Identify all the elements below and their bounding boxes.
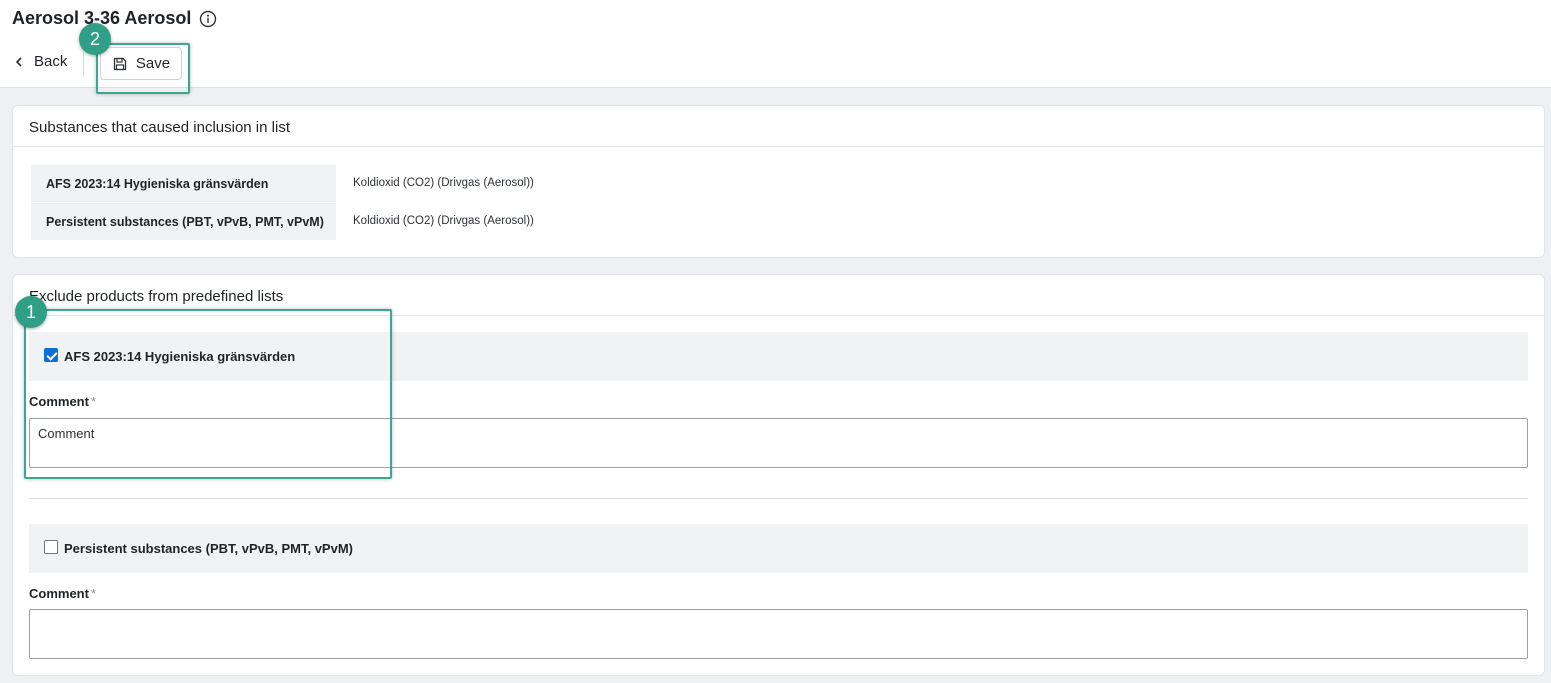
save-label: Save xyxy=(135,55,171,72)
substances-card-title: Substances that caused inclusion in list xyxy=(13,106,1544,147)
list-name-cell: Persistent substances (PBT, vPvB, PMT, v… xyxy=(31,203,336,240)
save-icon xyxy=(113,57,127,70)
exclude-persistent-checkbox[interactable] xyxy=(44,539,58,554)
exclude-option-afs[interactable]: AFS 2023:14 Hygieniska gränsvärden xyxy=(29,332,1528,381)
substance-cell: Koldioxid (CO2) (Drivgas (Aerosol)) xyxy=(353,177,534,189)
exclude-afs-checkbox[interactable] xyxy=(44,347,58,362)
exclude-card-title: Exclude products from predefined lists xyxy=(13,275,1544,316)
step-badge-1: 1 xyxy=(15,296,47,328)
toolbar-divider xyxy=(83,52,84,76)
table-row: Persistent substances (PBT, vPvB, PMT, v… xyxy=(31,203,534,240)
required-mark: * xyxy=(90,586,97,601)
page-header: Aerosol 3-36 Aerosol Back Save xyxy=(0,0,1551,88)
info-icon[interactable] xyxy=(199,10,217,28)
exclude-persistent-label: Persistent substances (PBT, vPvB, PMT, v… xyxy=(64,541,353,556)
back-button[interactable]: Back xyxy=(14,53,67,70)
substance-cell: Koldioxid (CO2) (Drivgas (Aerosol)) xyxy=(353,215,534,227)
exclude-afs-label: AFS 2023:14 Hygieniska gränsvärden xyxy=(64,349,296,364)
substances-card: Substances that caused inclusion in list… xyxy=(12,105,1545,258)
section-divider xyxy=(29,498,1528,499)
exclude-card: Exclude products from predefined lists A… xyxy=(12,274,1545,676)
page-title: Aerosol 3-36 Aerosol xyxy=(12,8,217,29)
exclude-option-persistent[interactable]: Persistent substances (PBT, vPvB, PMT, v… xyxy=(29,524,1528,573)
comment-label-text: Comment xyxy=(29,394,89,409)
back-label: Back xyxy=(34,53,68,70)
required-mark: * xyxy=(90,394,97,409)
comment-field-afs[interactable] xyxy=(29,418,1528,468)
table-row: AFS 2023:14 Hygieniska gränsvärden Koldi… xyxy=(31,165,534,202)
substances-table: AFS 2023:14 Hygieniska gränsvärden Koldi… xyxy=(31,165,534,241)
list-name-cell: AFS 2023:14 Hygieniska gränsvärden xyxy=(31,165,336,202)
comment-label-persistent: Comment * xyxy=(29,586,96,601)
comment-field-persistent[interactable] xyxy=(29,609,1528,659)
comment-label-text: Comment xyxy=(29,586,89,601)
save-button[interactable]: Save xyxy=(100,47,182,80)
step-badge-2: 2 xyxy=(79,23,111,55)
chevron-left-icon xyxy=(15,56,22,67)
comment-label-afs: Comment * xyxy=(29,394,96,409)
